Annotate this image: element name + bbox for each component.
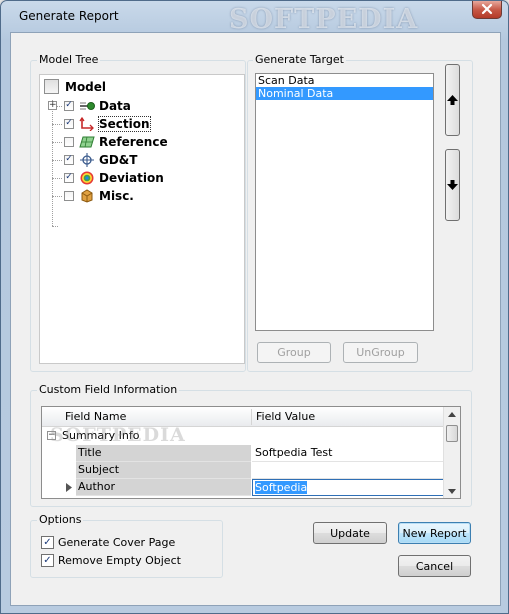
field-name-cell: Author [76, 479, 251, 496]
box-icon [79, 188, 95, 203]
generate-cover-page-checkbox[interactable]: ✓ [41, 536, 54, 549]
custom-field-label: Custom Field Information [37, 383, 180, 396]
custom-field-grid[interactable]: Field Name Field Value − Summary Info SO… [41, 406, 461, 499]
current-row-arrow-icon [66, 483, 72, 492]
watermark-logo: SOFTPEDIA [229, 4, 419, 35]
tree-item-label: Deviation [99, 170, 164, 185]
tree-root-label: Model [65, 79, 107, 94]
remove-empty-object-checkbox[interactable]: ✓ [41, 554, 54, 567]
tree-item-gdt[interactable]: ✓ GD&T [64, 151, 137, 168]
expand-data-toggle[interactable]: + [48, 101, 57, 110]
table-row[interactable]: Subject [42, 462, 444, 479]
deviation-checkbox[interactable]: ✓ [64, 172, 74, 183]
author-value-input[interactable]: Softpedia [252, 479, 444, 496]
table-row[interactable]: Author Softpedia [42, 479, 444, 496]
remove-empty-object-option[interactable]: ✓ Remove Empty Object [41, 554, 181, 567]
tree-item-label: Reference [99, 134, 168, 149]
update-button[interactable]: Update [313, 522, 387, 544]
section-checkbox[interactable]: ✓ [64, 118, 74, 129]
dialog-client-area: Model Tree Generate Target Model + ✓ Dat… [10, 32, 501, 606]
field-name-cell: Subject [76, 462, 251, 479]
tree-item-label: Data [99, 98, 131, 113]
new-report-button[interactable]: New Report [398, 522, 471, 544]
tree-item-label: Misc. [99, 188, 134, 203]
remove-empty-object-label: Remove Empty Object [58, 554, 181, 567]
move-up-button[interactable] [445, 64, 460, 136]
tree-item-section[interactable]: ✓ Section [64, 115, 151, 132]
model-tree-label: Model Tree [37, 53, 101, 66]
deviation-target-icon [79, 171, 95, 185]
category-row[interactable]: − Summary Info SOFTPEDIA [42, 424, 444, 446]
tree-item-label: GD&T [99, 152, 138, 167]
options-group [30, 520, 223, 578]
options-label: Options [37, 513, 84, 526]
section-icon [79, 116, 95, 131]
data-checkbox[interactable]: ✓ [64, 100, 74, 111]
generate-target-list[interactable]: Scan Data Nominal Data [255, 73, 434, 331]
grid-watermark: SOFTPEDIA [50, 424, 186, 446]
field-name-cell: Title [76, 445, 251, 462]
field-value-column-header[interactable]: Field Value [256, 410, 315, 423]
window-title: Generate Report [19, 9, 119, 23]
window-close-button[interactable] [472, 1, 502, 19]
scroll-down-icon [448, 489, 456, 494]
arrow-down-icon [447, 180, 458, 190]
group-button[interactable]: Group [257, 342, 331, 363]
field-name-column-header[interactable]: Field Name [65, 410, 126, 423]
generate-cover-page-label: Generate Cover Page [58, 536, 176, 549]
tree-item-reference[interactable]: Reference [64, 133, 168, 150]
grid-scrollbar[interactable] [443, 407, 460, 498]
scrollbar-thumb[interactable] [446, 425, 458, 442]
tree-item-misc[interactable]: Misc. [64, 187, 134, 204]
tree-root-model[interactable]: Model [44, 78, 106, 95]
tree-item-label: Section [98, 115, 151, 132]
list-item-selected[interactable]: Nominal Data [256, 87, 433, 100]
tree-item-deviation[interactable]: ✓ Deviation [64, 169, 164, 186]
ungroup-button[interactable]: UnGroup [343, 342, 418, 363]
field-value-cell[interactable] [252, 462, 444, 479]
tree-item-data[interactable]: ✓ Data [64, 97, 131, 114]
generate-report-window: Generate Report SOFTPEDIA Model Tree Gen… [0, 0, 509, 614]
data-arrow-icon [79, 99, 95, 113]
selected-text: Softpedia [255, 481, 308, 494]
cancel-button[interactable]: Cancel [398, 555, 471, 577]
close-icon [481, 3, 493, 15]
table-row[interactable]: Title Softpedia Test [42, 445, 444, 462]
field-value-cell[interactable]: Softpedia Test [252, 445, 444, 462]
misc-checkbox[interactable] [64, 190, 74, 201]
title-bar[interactable]: Generate Report SOFTPEDIA [1, 1, 508, 35]
model-tree[interactable]: Model + ✓ Data ✓ Section Reference ✓ GD&… [39, 74, 245, 364]
list-item[interactable]: Scan Data [256, 74, 433, 87]
model-root-icon [44, 79, 59, 94]
reference-checkbox[interactable] [64, 136, 74, 147]
scroll-up-icon [448, 412, 456, 417]
move-down-button[interactable] [445, 149, 460, 221]
crosshair-icon [79, 152, 95, 167]
generate-target-label: Generate Target [253, 53, 346, 66]
arrow-up-icon [447, 95, 458, 105]
reference-plane-icon [79, 135, 95, 149]
gdt-checkbox[interactable]: ✓ [64, 154, 74, 165]
generate-cover-page-option[interactable]: ✓ Generate Cover Page [41, 536, 175, 549]
